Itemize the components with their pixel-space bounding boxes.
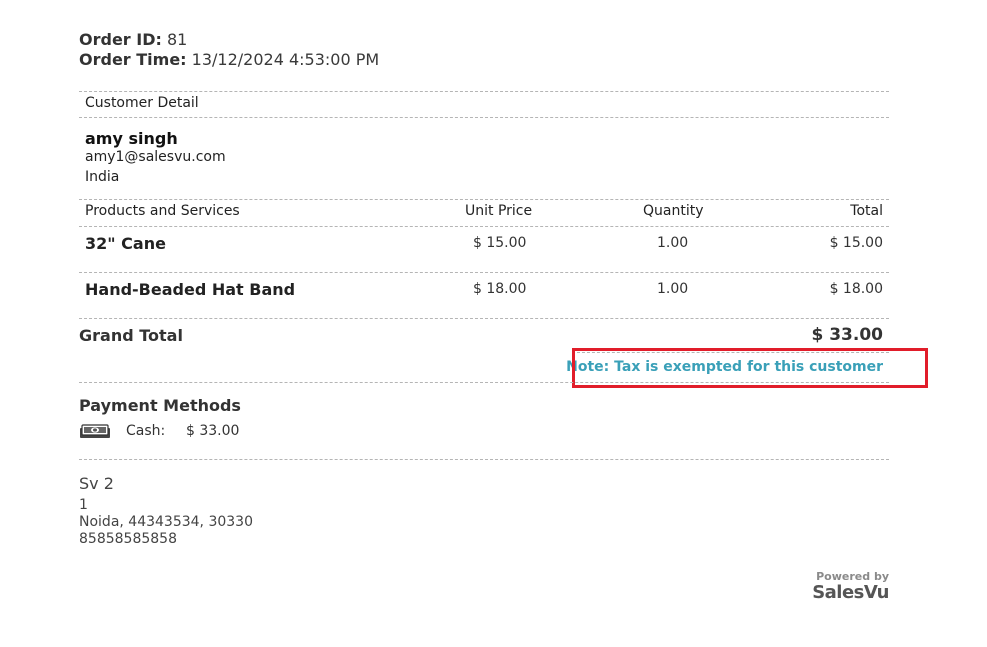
divider xyxy=(79,91,889,92)
powered-by-logo: Powered by SalesVu xyxy=(812,571,889,603)
store-address-line2: Noida, 44343534, 30330 xyxy=(79,514,253,530)
product-name: Hand-Beaded Hat Band xyxy=(85,280,296,299)
salesvu-logo: SalesVu xyxy=(812,582,889,603)
order-time-label: Order Time: xyxy=(79,50,187,69)
product-unit-price: $ 18.00 xyxy=(473,281,527,297)
col-header-products: Products and Services xyxy=(85,203,240,219)
divider xyxy=(79,226,889,227)
store-name: Sv 2 xyxy=(79,474,114,493)
divider xyxy=(79,199,889,200)
product-name: 32" Cane xyxy=(85,234,166,253)
store-phone: 85858585858 xyxy=(79,531,177,547)
divider xyxy=(79,382,889,383)
customer-detail-heading: Customer Detail xyxy=(85,95,199,111)
product-total: $ 15.00 xyxy=(829,235,883,251)
cash-icon xyxy=(80,424,110,438)
customer-country: India xyxy=(85,169,120,185)
grand-total-label: Grand Total xyxy=(79,326,183,345)
product-quantity: 1.00 xyxy=(657,235,689,251)
store-address-line1: 1 xyxy=(79,497,88,513)
customer-email: amy1@salesvu.com xyxy=(85,149,226,165)
product-total: $ 18.00 xyxy=(829,281,883,297)
payment-method-label: Cash: xyxy=(126,423,166,439)
order-id-value: 81 xyxy=(166,30,188,49)
order-id: Order ID: 81 xyxy=(79,30,187,50)
grand-total-value: $ 33.00 xyxy=(811,325,883,345)
divider xyxy=(79,459,889,460)
payment-amount: $ 33.00 xyxy=(186,423,240,439)
order-time: Order Time: 13/12/2024 4:53:00 PM xyxy=(79,50,379,70)
customer-name: amy singh xyxy=(85,129,178,148)
col-header-unit-price: Unit Price xyxy=(465,203,533,219)
divider xyxy=(79,117,889,118)
divider xyxy=(79,272,889,273)
payment-methods-title: Payment Methods xyxy=(79,396,241,415)
col-header-quantity: Quantity xyxy=(643,203,704,219)
product-unit-price: $ 15.00 xyxy=(473,235,527,251)
order-time-value: 13/12/2024 4:53:00 PM xyxy=(191,50,380,69)
col-header-total: Total xyxy=(850,203,883,219)
product-quantity: 1.00 xyxy=(657,281,689,297)
order-id-label: Order ID: xyxy=(79,30,162,49)
divider xyxy=(79,318,889,319)
